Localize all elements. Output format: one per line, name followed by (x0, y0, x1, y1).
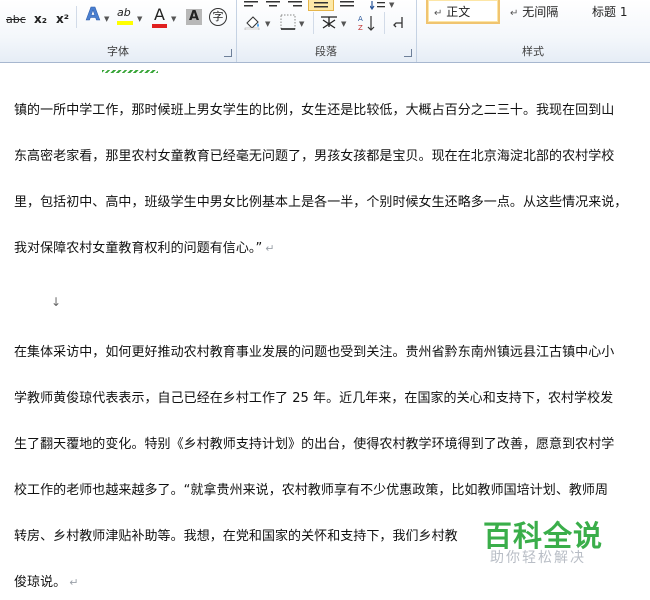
borders-icon[interactable] (280, 14, 296, 30)
chevron-down-icon[interactable]: ▼ (171, 15, 176, 23)
character-shading-button[interactable]: A (186, 9, 202, 25)
style-heading-1[interactable]: 标题 1 (582, 0, 650, 24)
align-center-icon[interactable] (266, 0, 280, 8)
font-color-swatch (152, 24, 167, 28)
ribbon: abc x₂ x² A ▼ ab ▼ A ▼ A 字 字体 ▼ ▼ ▼ ▼ A … (0, 0, 650, 63)
separator (384, 12, 385, 34)
show-marks-icon[interactable] (393, 16, 405, 30)
font-dialog-launcher-icon[interactable] (224, 49, 232, 57)
justify-icon (314, 2, 328, 8)
line-spacing-icon[interactable] (370, 0, 386, 10)
doc-line: 镇的一所中学工作，那时候班上男女学生的比例，女生还是比较低，大概占百分之二三十。… (14, 99, 614, 118)
style-label: 标题 1 (592, 5, 628, 19)
text-effect-button[interactable]: A (86, 5, 100, 24)
superscript-button[interactable]: x² (56, 12, 69, 26)
chevron-down-icon[interactable]: ▼ (104, 15, 109, 23)
styles-group-label: 样式 (522, 45, 544, 58)
document-page[interactable]: 镇的一所中学工作，那时候班上男女学生的比例，女生还是比较低，大概占百分之二三十。… (0, 63, 650, 600)
highlight-button[interactable]: ab (117, 6, 131, 20)
highlight-color-swatch (117, 21, 133, 25)
line-text: 校工作的老师也越来越多了。“就拿贵州来说，农村教师享有不少优惠政策，比如教师国培… (14, 483, 609, 498)
doc-line: 在集体采访中，如何更好推动农村教育事业发展的问题也受到关注。贵州省黔东南州镇远县… (14, 341, 614, 360)
font-group-label: 字体 (107, 45, 129, 58)
doc-line: 校工作的老师也越来越多了。“就拿贵州来说，农村教师享有不少优惠政策，比如教师国培… (14, 479, 608, 498)
doc-line: 东高密老家看，那里农村女童教育已经毫无问题了，男孩女孩都是宝贝。现在在北京海淀北… (14, 145, 614, 164)
doc-line: 生了翻天覆地的变化。特别《乡村教师支持计划》的出台，使得农村教学环境得到了改善，… (14, 433, 614, 452)
line-text: 里，包括初中、高中，班级学生中男女比例基本上是各一半，个别时候女生还略多一点。从… (14, 195, 628, 210)
style-label: 无间隔 (522, 5, 559, 19)
chevron-down-icon[interactable]: ▼ (299, 20, 304, 28)
style-gallery: ↵ 正文 ↵ 无间隔 标题 1 (422, 0, 650, 26)
doc-line: 我对保障农村女童教育权利的问题有信心。” ↵ (14, 237, 275, 256)
distributed-align-icon[interactable] (340, 0, 354, 8)
chevron-down-icon[interactable]: ▼ (389, 1, 394, 9)
chinese-layout-icon[interactable] (320, 14, 338, 30)
font-group: abc x₂ x² A ▼ ab ▼ A ▼ A 字 字体 (0, 0, 237, 62)
separator (76, 6, 77, 28)
empty-paragraph-mark: ↓ (51, 295, 62, 309)
doc-line: 里，包括初中、高中，班级学生中男女比例基本上是各一半，个别时候女生还略多一点。从… (14, 191, 627, 210)
style-label: 正文 (446, 5, 471, 19)
enclose-characters-button[interactable]: 字 (209, 8, 227, 26)
subscript-button[interactable]: x₂ (34, 12, 47, 26)
line-text: 学教师黄俊琼代表表示，自己已经在乡村工作了 25 年。近几年来，在国家的关心和支… (14, 391, 614, 406)
line-text: 镇的一所中学工作，那时候班上男女学生的比例，女生还是比较低，大概占百分之二三十。… (14, 103, 615, 118)
chevron-down-icon[interactable]: ▼ (265, 20, 270, 28)
line-text: 我对保障农村女童教育权利的问题有信心。” (14, 241, 263, 256)
line-text: 在集体采访中，如何更好推动农村教育事业发展的问题也受到关注。贵州省黔东南州镇远县… (14, 345, 615, 360)
svg-text:Z: Z (358, 24, 363, 32)
style-normal[interactable]: ↵ 正文 (426, 0, 500, 24)
justify-button[interactable] (308, 0, 334, 11)
grammar-squiggle (102, 70, 158, 73)
paragraph-dialog-launcher-icon[interactable] (404, 49, 412, 57)
shading-icon[interactable] (244, 14, 262, 30)
svg-text:A: A (358, 15, 363, 23)
style-mark: ↵ (510, 8, 519, 19)
line-text: 俊琼说。 (14, 575, 67, 590)
strikethrough-button[interactable]: abc (6, 13, 26, 27)
line-text: 生了翻天覆地的变化。特别《乡村教师支持计划》的出台，使得农村教学环境得到了改善，… (14, 437, 615, 452)
doc-line: 转房、乡村教师津贴补助等。我想，在党和国家的关怀和支持下，我们乡村教 (14, 525, 458, 544)
chevron-down-icon[interactable]: ▼ (137, 15, 142, 23)
separator (313, 12, 314, 34)
align-left-icon[interactable] (244, 0, 258, 8)
doc-line: 学教师黄俊琼代表表示，自己已经在乡村工作了 25 年。近几年来，在国家的关心和支… (14, 387, 613, 406)
chevron-down-icon[interactable]: ▼ (341, 20, 346, 28)
watermark-subtitle: 助你轻松解决 (490, 550, 586, 566)
paragraph-group: ▼ ▼ ▼ ▼ AZ 段落 (236, 0, 417, 62)
font-color-button[interactable]: A (154, 7, 165, 23)
paragraph-group-label: 段落 (315, 45, 337, 58)
line-text: 转房、乡村教师津贴补助等。我想，在党和国家的关怀和支持下，我们乡村教 (14, 529, 458, 544)
style-no-spacing[interactable]: ↵ 无间隔 (504, 0, 578, 24)
style-mark: ↵ (434, 8, 443, 19)
sort-icon[interactable]: AZ (358, 14, 376, 32)
line-text: 东高密老家看，那里农村女童教育已经毫无问题了，男孩女孩都是宝贝。现在在北京海淀北… (14, 149, 615, 164)
doc-line: 俊琼说。 ↵ (14, 571, 78, 590)
align-right-icon[interactable] (288, 0, 302, 8)
paragraph-mark: ↵ (69, 576, 79, 589)
paragraph-mark: ↵ (265, 242, 275, 255)
